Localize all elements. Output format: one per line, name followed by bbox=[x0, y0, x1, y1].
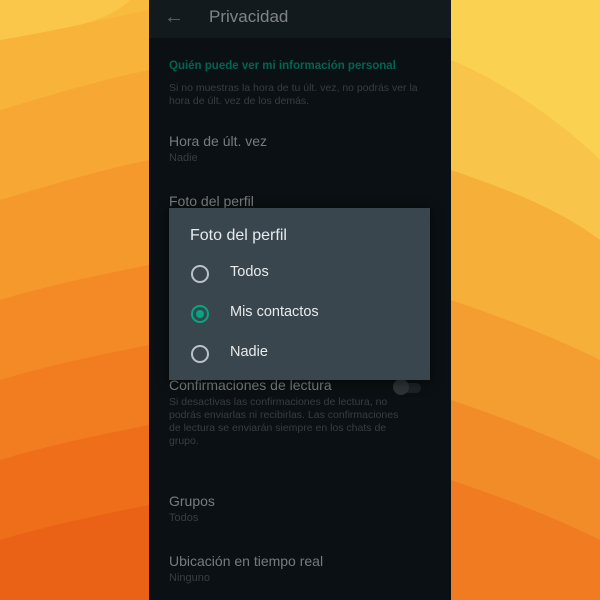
radio-checked-icon[interactable] bbox=[191, 305, 209, 323]
option-nadie[interactable]: Nadie bbox=[169, 333, 430, 373]
dialog-title: Foto del perfil bbox=[190, 227, 287, 244]
radio-unchecked-icon[interactable] bbox=[191, 345, 209, 363]
radio-unchecked-icon[interactable] bbox=[191, 265, 209, 283]
option-label: Todos bbox=[230, 264, 269, 280]
option-todos[interactable]: Todos bbox=[169, 253, 430, 293]
profile-photo-dialog: Foto del perfil Todos Mis contactos Nadi… bbox=[169, 208, 430, 380]
option-label: Mis contactos bbox=[230, 304, 319, 320]
option-label: Nadie bbox=[230, 344, 268, 360]
option-mis-contactos[interactable]: Mis contactos bbox=[169, 293, 430, 333]
